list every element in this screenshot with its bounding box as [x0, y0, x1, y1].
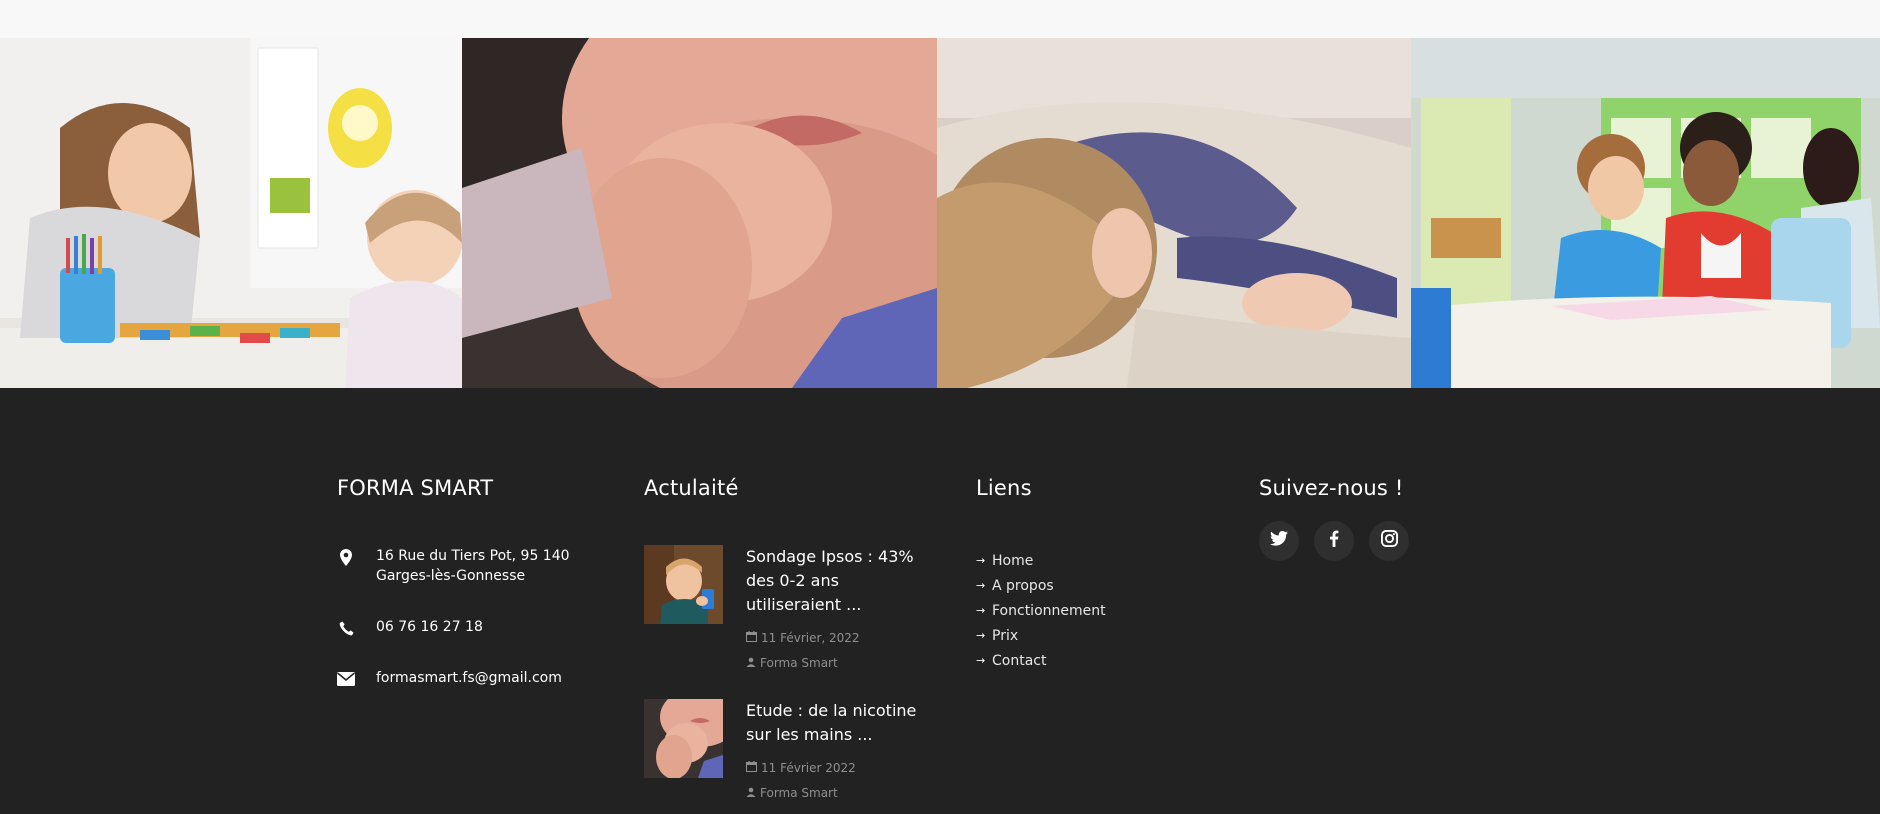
news-title[interactable]: Etude : de la nicotine sur les mains ... [746, 699, 926, 747]
news-date-text: 11 Février, 2022 [761, 631, 860, 645]
gallery-image-baby-sucking-fingers[interactable] [462, 38, 937, 388]
calendar-icon [746, 761, 757, 775]
map-marker-icon [337, 548, 355, 566]
arrow-right-icon: → [976, 654, 986, 667]
calendar-icon [746, 631, 757, 645]
footer-link-label[interactable]: Home [992, 553, 1033, 569]
news-thumbnail-toddler-phone[interactable] [644, 545, 723, 624]
envelope-icon [337, 670, 355, 688]
news-title[interactable]: Sondage Ipsos : 43% des 0-2 ans utiliser… [746, 545, 926, 617]
photo-gallery [0, 38, 1880, 388]
email-address[interactable]: formasmart.fs@gmail.com [376, 668, 626, 688]
twitter-icon [1270, 531, 1288, 551]
gallery-image-kids-reading-classroom[interactable] [1411, 38, 1880, 388]
arrow-right-icon: → [976, 579, 986, 592]
footer-link-label[interactable]: Contact [992, 653, 1046, 669]
instagram-button[interactable] [1369, 521, 1409, 561]
facebook-button[interactable] [1314, 521, 1354, 561]
footer-links-title: Liens [976, 476, 1032, 500]
footer-link-a-propos[interactable]: → A propos [976, 573, 1106, 598]
footer-news-title: Actulaité [644, 476, 739, 500]
facebook-icon [1329, 530, 1339, 552]
gallery-image-child-sleeping[interactable] [937, 38, 1411, 388]
social-links [1259, 521, 1409, 561]
news-thumbnail-baby-fingers[interactable] [644, 699, 723, 778]
gallery-image-teacher-and-toddler[interactable] [0, 38, 462, 388]
user-icon [746, 786, 756, 800]
phone-icon [337, 619, 355, 637]
site-footer: FORMA SMART 16 Rue du Tiers Pot, 95 140 … [0, 388, 1880, 814]
arrow-right-icon: → [976, 604, 986, 617]
news-author: Forma Smart [746, 786, 838, 800]
news-date-text: 11 Février 2022 [761, 761, 856, 775]
address-line-1: 16 Rue du Tiers Pot, 95 140 [376, 548, 570, 564]
news-author-text[interactable]: Forma Smart [760, 656, 838, 670]
address-line-2: Garges-lès-Gonnesse [376, 568, 526, 584]
footer-link-label[interactable]: Fonctionnement [992, 603, 1106, 619]
footer-link-contact[interactable]: → Contact [976, 648, 1106, 673]
instagram-icon [1380, 530, 1398, 552]
phone-number[interactable]: 06 76 16 27 18 [376, 617, 626, 637]
news-date: 11 Février 2022 [746, 761, 856, 775]
footer-link-home[interactable]: → Home [976, 548, 1106, 573]
news-author: Forma Smart [746, 656, 838, 670]
arrow-right-icon: → [976, 629, 986, 642]
footer-links-list: → Home → A propos → Fonctionnement → Pri… [976, 548, 1106, 673]
footer-link-fonctionnement[interactable]: → Fonctionnement [976, 598, 1106, 623]
user-icon [746, 656, 756, 670]
footer-link-label[interactable]: A propos [992, 578, 1054, 594]
top-bar [0, 0, 1880, 38]
footer-social-title: Suivez-nous ! [1259, 476, 1404, 500]
arrow-right-icon: → [976, 554, 986, 567]
footer-link-label[interactable]: Prix [992, 628, 1018, 644]
twitter-button[interactable] [1259, 521, 1299, 561]
news-date: 11 Février, 2022 [746, 631, 860, 645]
footer-brand-title: FORMA SMART [337, 476, 494, 500]
footer-link-prix[interactable]: → Prix [976, 623, 1106, 648]
news-author-text[interactable]: Forma Smart [760, 786, 838, 800]
